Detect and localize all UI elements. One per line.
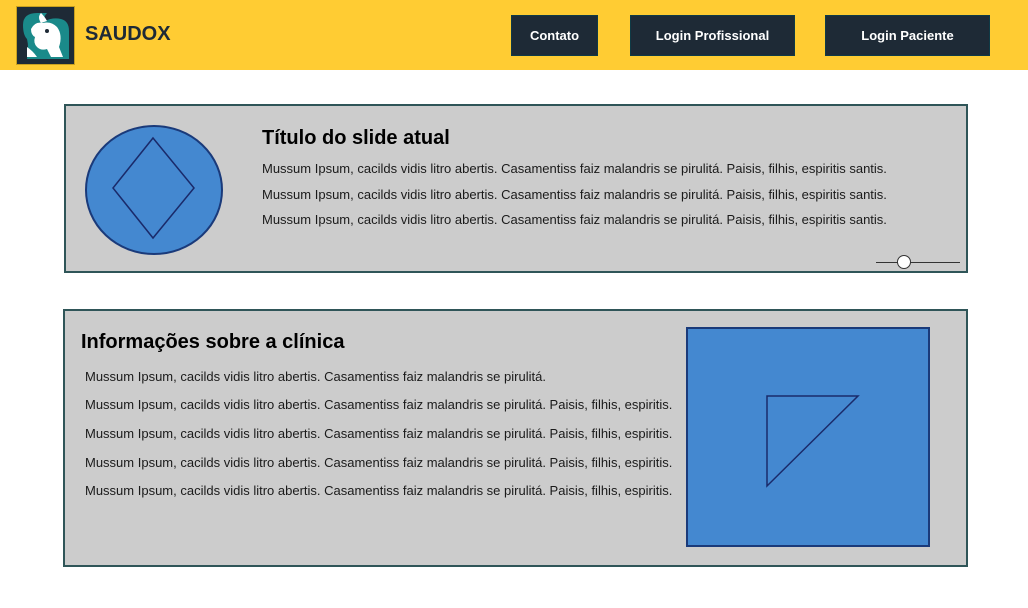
slider-thumb[interactable] xyxy=(896,255,911,269)
slide-text-line: Mussum Ipsum, cacilds vidis litro aberti… xyxy=(262,161,887,176)
slide-slider[interactable] xyxy=(876,254,960,270)
slide-text-line: Mussum Ipsum, cacilds vidis litro aberti… xyxy=(262,212,887,227)
triangle-placeholder-icon xyxy=(686,327,930,547)
bull-logo-icon[interactable] xyxy=(16,6,75,65)
patient-login-button[interactable]: Login Paciente xyxy=(825,15,990,56)
clinic-info-text-line: Mussum Ipsum, cacilds vidis litro aberti… xyxy=(85,369,546,384)
clinic-info-text-line: Mussum Ipsum, cacilds vidis litro aberti… xyxy=(85,397,673,412)
slider-track[interactable] xyxy=(876,262,960,263)
brand-name: SAUDOX xyxy=(85,23,171,45)
slide-text-line: Mussum Ipsum, cacilds vidis litro aberti… xyxy=(262,187,887,202)
slide-title: Título do slide atual xyxy=(262,127,450,149)
clinic-info-text-line: Mussum Ipsum, cacilds vidis litro aberti… xyxy=(85,483,673,498)
slide-carousel: Título do slide atual Mussum Ipsum, caci… xyxy=(64,104,968,273)
clinic-info-text-line: Mussum Ipsum, cacilds vidis litro aberti… xyxy=(85,455,673,470)
clinic-info-text-line: Mussum Ipsum, cacilds vidis litro aberti… xyxy=(85,426,673,441)
diamond-placeholder-icon xyxy=(85,125,225,256)
contact-button[interactable]: Contato xyxy=(511,15,598,56)
professional-login-button[interactable]: Login Profissional xyxy=(630,15,795,56)
top-header: SAUDOX Contato Login Profissional Login … xyxy=(0,0,1028,70)
clinic-info-title: Informações sobre a clínica xyxy=(81,331,345,353)
clinic-info-section: Informações sobre a clínica Mussum Ipsum… xyxy=(63,309,968,567)
